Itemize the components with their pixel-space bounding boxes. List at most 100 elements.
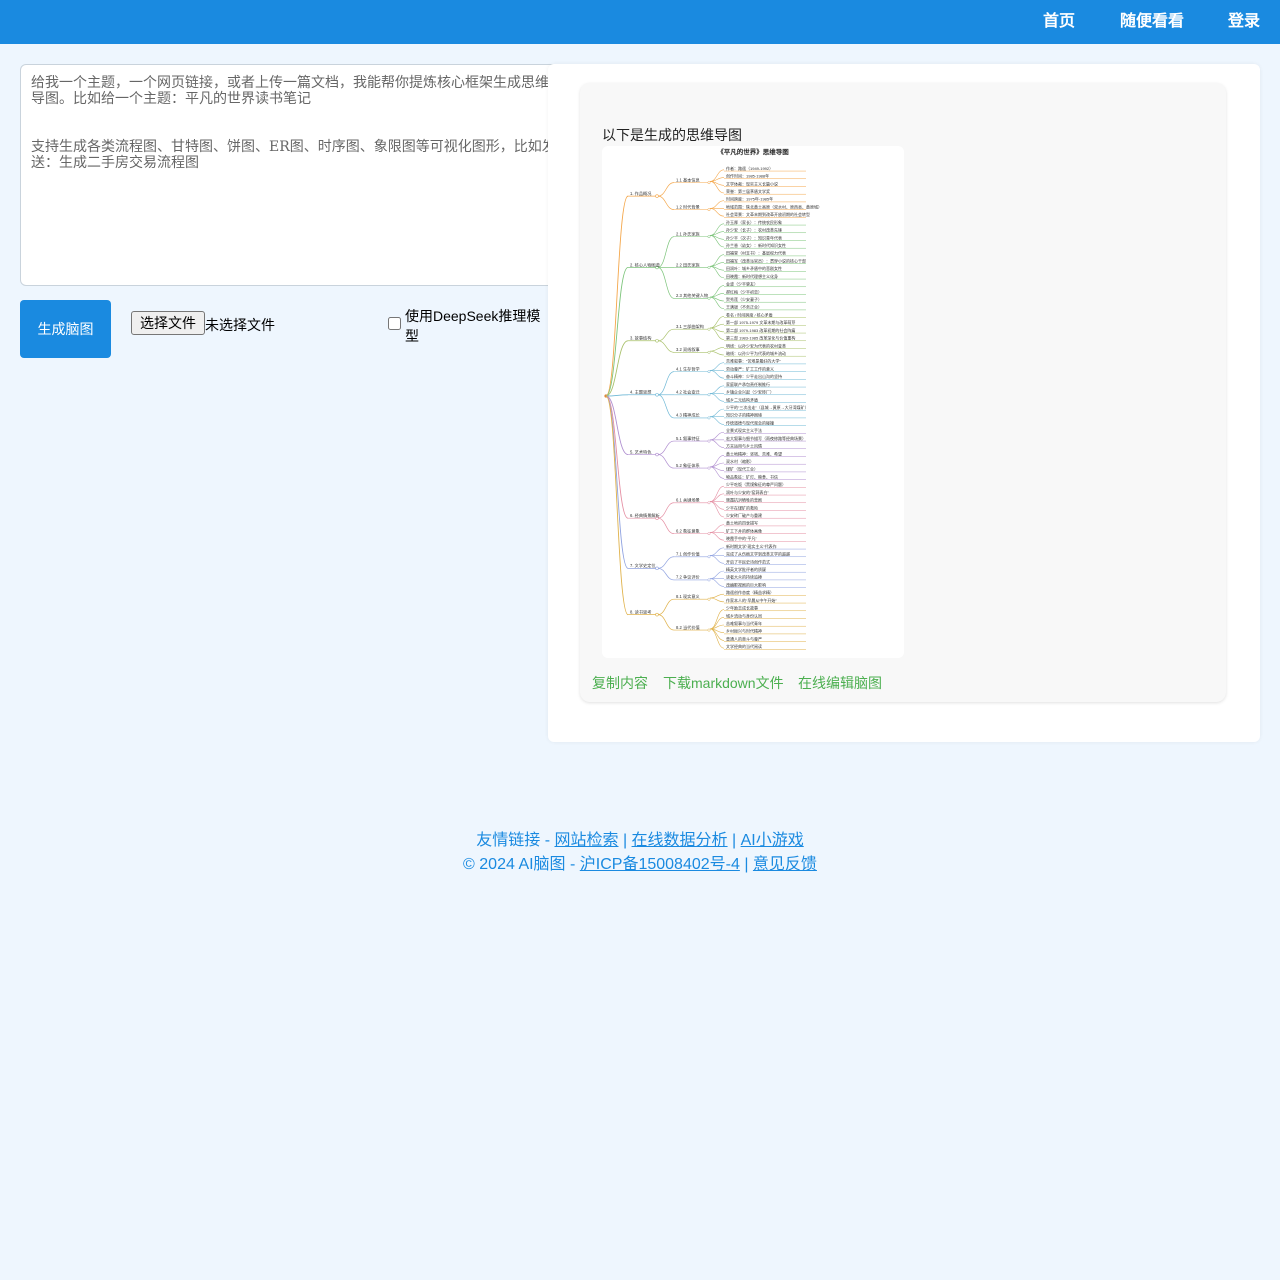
mindmap-leaf: 荣誉：第三届茅盾文学奖 <box>726 188 770 194</box>
mindmap-leaf: 孙少平（次子）：知识青年代表 <box>726 234 782 240</box>
mindmap-edge <box>709 350 725 356</box>
mindmap-leaf: 黄土地精神：坚韧、苦难、希望 <box>726 450 782 456</box>
mindmap-sub: 3.2 双线叙事 <box>676 346 700 353</box>
mindmap-edge <box>657 454 675 469</box>
mindmap-edge <box>709 524 725 533</box>
mindmap-edge <box>709 362 725 371</box>
mindmap-node-dot <box>655 612 659 617</box>
feedback-link[interactable]: 意见反馈 <box>753 856 817 873</box>
mindmap-leaf: 奋斗精神：少平走出山沟的坚持 <box>726 373 782 379</box>
mindmap-sub: 5.2 象征体系 <box>676 462 700 469</box>
copy-content-link[interactable]: 复制内容 <box>592 673 648 693</box>
mindmap-edge <box>709 370 725 379</box>
mindmap-node-dot <box>707 532 711 536</box>
mindmap-node-dot <box>707 628 711 632</box>
prompt-input[interactable]: 给我一个主题，一个网页链接，或者上传一篇文档，我能帮你提炼核心框架生成思维 导图… <box>20 64 580 286</box>
nav-login-link[interactable]: 登录 <box>1228 0 1260 44</box>
mindmap-node-dot <box>707 466 711 470</box>
mindmap-node-dot <box>655 566 659 571</box>
deepseek-checkbox[interactable] <box>388 317 401 330</box>
deepseek-label[interactable]: 使用DeepSeek推理模型 <box>405 306 545 346</box>
mindmap-node-dot <box>707 296 711 300</box>
mindmap-sub: 5.1 叙事特征 <box>676 435 701 442</box>
mindmap-edge <box>709 570 725 580</box>
copyright-text: © 2024 AI脑图 - <box>463 856 580 873</box>
mindmap-leaf: 文学体裁：现实主义长篇小说 <box>726 180 778 186</box>
mindmap-leaf: 第二部 1979-1983 改革初期的社会阵痛 <box>726 327 795 333</box>
mindmap-leaf: 开启了平民史诗创作范式 <box>726 558 770 564</box>
mindmap-leaf: 少平吃饭（黑馍象征的尊严问题） <box>726 481 786 487</box>
data-analysis-link[interactable]: 在线数据分析 <box>632 832 728 849</box>
mindmap-sub: 8.1 现实意义 <box>676 593 701 600</box>
top-nav-bar: 首页 随便看看 登录 <box>0 0 1280 44</box>
mindmap-spacer <box>657 146 674 370</box>
mindmap-leaf: 苦难叙事与当代青年 <box>726 620 762 626</box>
mindmap-leaf: 方言运用与乡土风情 <box>726 443 762 449</box>
mindmap-leaf: 卷名 / 时间跨度 / 核心矛盾 <box>726 311 773 317</box>
ai-games-link[interactable]: AI小游戏 <box>741 832 804 849</box>
mindmap-node-dot <box>707 439 711 443</box>
mindmap-edge <box>605 267 629 397</box>
mindmap-edge <box>709 609 725 630</box>
mindmap-leaf: 城乡流动与身份认同 <box>726 612 762 618</box>
mindmap-sub: 4.3 精神成长 <box>676 412 701 419</box>
generate-mindmap-button[interactable]: 生成脑图 <box>20 300 111 358</box>
mindmap-edge <box>709 547 725 556</box>
mindmap-edge <box>709 346 725 352</box>
mindmap-node-dot <box>707 370 711 374</box>
mindmap-edge <box>605 395 629 569</box>
mindmap-leaf: 时间跨度：1975年-1985年 <box>726 196 773 202</box>
mindmap-edge <box>657 394 675 419</box>
mindmap-edge <box>709 493 725 502</box>
mindmap-leaf: 乡镇企业兴起（少安砖厂） <box>726 389 774 395</box>
mindmap-leaf: 王满银（不务正业） <box>726 304 762 310</box>
footer-friend-links: 友情链接 - 网站检索 | 在线数据分析 | AI小游戏 <box>476 832 804 849</box>
mindmap-leaf: 润叶与少安的“窑洞表白” <box>726 489 769 495</box>
mindmap-sub: 8.2 当代价值 <box>676 624 700 631</box>
mindmap-leaf: 宏大叙事与细节描写（雨夜修路等经典场景） <box>726 435 806 441</box>
mindmap-node-dot <box>707 597 711 601</box>
mindmap-edge <box>657 195 675 210</box>
mindmap-preview: 《平凡的世界》思维导图 作者：路遥（1949-1992） 创作时间：1985-198… <box>602 146 904 658</box>
mindmap-spacer <box>657 146 674 598</box>
result-title: 以下是生成的思维导图 <box>602 127 742 143</box>
nav-browse-link[interactable]: 随便看看 <box>1120 0 1184 44</box>
file-status-text: 未选择文件 <box>205 317 275 333</box>
mindmap-leaf: 全景式现实主义手法 <box>726 427 762 433</box>
mindmap-edge <box>605 395 629 616</box>
mindmap-leaf: 完成了从伤痕文学到改革文学的超越 <box>726 551 790 557</box>
download-markdown-link[interactable]: 下载markdown文件 <box>663 673 784 693</box>
mindmap-leaf: 路遥创作态度（精益求精） <box>726 589 774 595</box>
mindmap-leaf: 田福军（改革派官员）：贯穿小说的核心干部 <box>726 257 806 263</box>
mindmap-sub: 2.3 其他关键人物 <box>676 292 708 299</box>
edit-mindmap-link[interactable]: 在线编辑脑图 <box>798 673 882 693</box>
choose-file-button[interactable]: 选择文件 <box>131 311 205 335</box>
nav-home-link[interactable]: 首页 <box>1043 0 1075 44</box>
mindmap-node-dot <box>655 194 659 198</box>
mindmap-leaf: 苦难叙事：“苦难是最好的大学” <box>726 358 781 364</box>
mindmap-leaf: 郝红梅（少平初恋） <box>726 288 762 294</box>
site-search-link[interactable]: 网站检索 <box>554 832 618 849</box>
mindmap-leaf: 孙玉厚（家长）：传统农民形象 <box>726 219 782 225</box>
mindmap-leaf: 明线：以孙少安为代表的农村变革 <box>726 342 786 348</box>
mindmap-leaf: 普通人的奋斗与尊严 <box>726 635 762 641</box>
mindmap-leaf: 知识分子的精神困境 <box>726 412 762 418</box>
mindmap-edge <box>657 502 675 519</box>
icp-link[interactable]: 沪ICP备15008402号-4 <box>580 856 740 873</box>
result-panel: 以下是生成的思维导图 《平凡的世界》思维导图 作者：路遥（1949-1992） 创作… <box>548 64 1260 742</box>
result-card: 以下是生成的思维导图 《平凡的世界》思维导图 作者：路遥（1949-1992） 创作… <box>580 83 1226 702</box>
mindmap-sub: 6.2 象征意象 <box>676 527 700 534</box>
mindmap-node-dot <box>707 501 711 505</box>
mindmap-spacer <box>657 146 674 208</box>
mindmap-leaf: 少安砖厂破产与重建 <box>726 512 762 518</box>
mindmap-leaf: 城乡二元结构矛盾 <box>726 396 758 402</box>
mindmap-edge <box>709 431 725 441</box>
prompt-placeholder: 给我一个主题，一个网页链接，或者上传一篇文档，我能帮你提炼核心框架生成思维 导图… <box>31 75 556 171</box>
mindmap-leaf: 新时期文学“现实主义”代表作 <box>726 543 777 549</box>
mindmap-leaf: 矿工下井的群体画像 <box>726 527 762 533</box>
mindmap-leaf: 传统道德与现代观念的碰撞 <box>726 419 774 425</box>
mindmap-node-dot <box>707 350 711 354</box>
mindmap-edge <box>657 614 675 631</box>
mindmap-sub: 4.1 生存哲学 <box>676 365 700 372</box>
mindmap-edge <box>709 485 725 502</box>
